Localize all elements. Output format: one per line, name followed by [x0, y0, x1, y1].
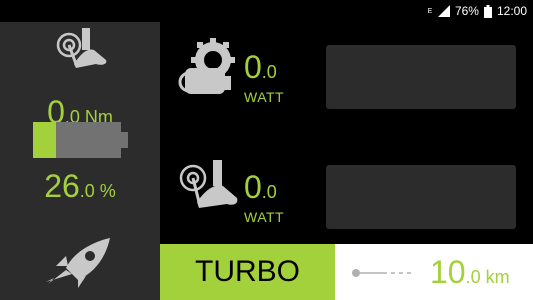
battery-percent: 76% [454, 4, 479, 18]
battery-readout: 26.0% [0, 168, 160, 205]
battery-value: 26 [44, 168, 80, 204]
battery-unit: % [99, 181, 116, 201]
distance-decimal: .0 [465, 267, 481, 287]
battery-body [33, 122, 121, 158]
motor-power-row: 0.0 WATT [160, 28, 533, 128]
status-bar: E 76% 12:00 [0, 0, 533, 22]
motor-power-unit: WATT [244, 89, 285, 105]
distance-readout: 10.0 km [430, 254, 510, 291]
left-panel: 0.0 Nm 26.0% [0, 22, 160, 300]
signal-icon [437, 5, 450, 17]
status-indicators: E 76% 12:00 [427, 3, 527, 19]
rider-power-graph [326, 165, 516, 229]
distance-unit: km [485, 267, 510, 287]
rider-power-unit: WATT [244, 209, 285, 225]
motor-power-decimal: .0 [261, 62, 277, 82]
rider-power-decimal: .0 [261, 182, 277, 202]
rider-power-readout: 0.0 WATT [244, 169, 285, 225]
clock: 12:00 [496, 4, 527, 18]
battery-icon [483, 4, 492, 18]
rocket-icon [44, 232, 114, 288]
network-type-indicator: E [427, 7, 433, 15]
battery-gauge [33, 122, 128, 158]
assist-mode-button[interactable]: TURBO [160, 244, 335, 300]
distance-value: 10 [430, 254, 466, 290]
rider-power-icon [175, 158, 243, 218]
distance-panel[interactable]: 10.0 km [335, 244, 533, 300]
battery-tip [121, 132, 128, 148]
motor-power-readout: 0.0 WATT [244, 49, 285, 105]
motor-icon [175, 38, 243, 98]
battery-decimal: .0 [79, 181, 95, 201]
battery-fill [33, 122, 56, 158]
pedal-torque-icon [52, 28, 108, 74]
rider-power-row: 0.0 WATT [160, 148, 533, 248]
rider-power-value: 0 [244, 169, 262, 205]
route-icon [351, 266, 415, 278]
motor-power-value: 0 [244, 49, 262, 85]
motor-power-graph [326, 45, 516, 109]
